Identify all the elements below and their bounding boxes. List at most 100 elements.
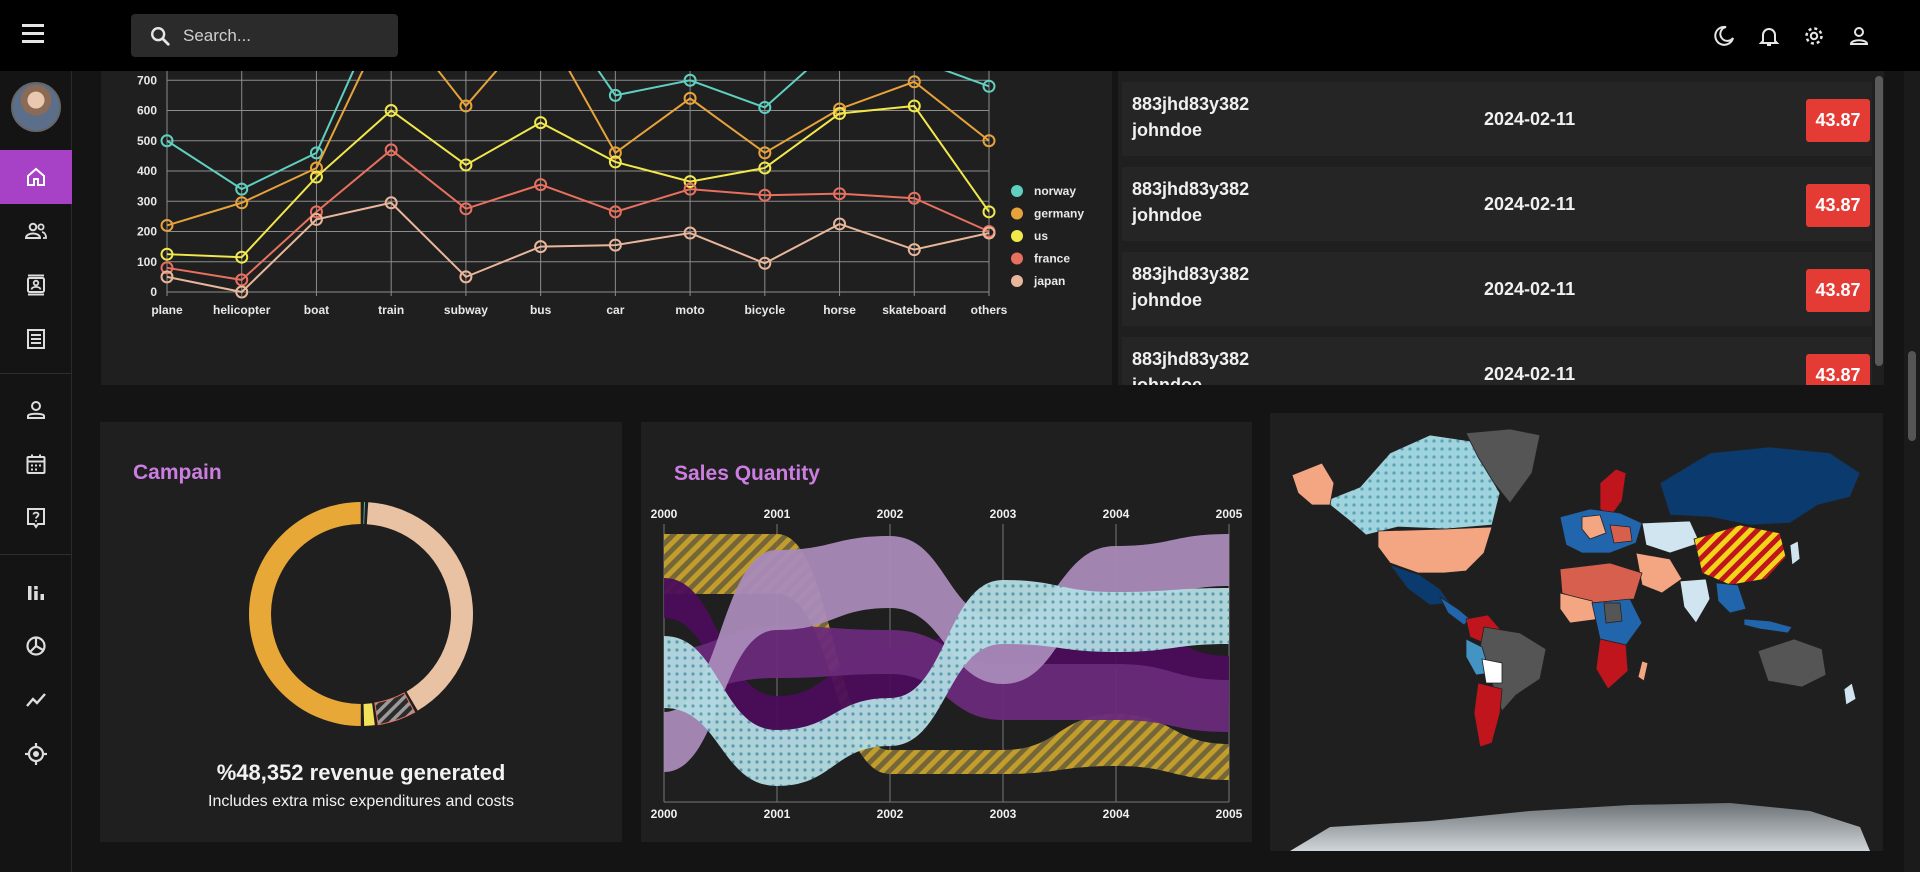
map-russia[interactable] <box>1659 446 1861 526</box>
map-argentina[interactable] <box>1473 682 1503 748</box>
bar-chart-icon <box>28 586 44 600</box>
transaction-id: 883jhd83y382 <box>1132 264 1250 284</box>
map-bolivia[interactable] <box>1481 658 1503 684</box>
sales-panel: Sales Quantity 2000 2000 2001 2001 2002 2002 2… <box>641 422 1252 842</box>
moon-icon[interactable] <box>1712 24 1736 48</box>
sidebar-item-team[interactable] <box>0 204 72 258</box>
x-tick-label-bottom: 2000 <box>651 807 678 821</box>
search-icon <box>151 27 170 46</box>
map-usa[interactable] <box>1377 526 1493 574</box>
map-alaska[interactable] <box>1291 462 1335 506</box>
x-tick-label: skateboard <box>882 303 946 317</box>
bell-icon[interactable] <box>1757 24 1781 48</box>
transaction-row[interactable]: 883jhd83y382 johndoe 2024-02-11 43.87 <box>1122 252 1872 326</box>
y-tick-label: 600 <box>137 104 157 118</box>
map-new-zealand[interactable] <box>1843 682 1857 706</box>
map-europe-3[interactable] <box>1609 524 1633 544</box>
gear-icon[interactable] <box>1802 24 1826 48</box>
map-south-africa[interactable] <box>1595 638 1629 690</box>
x-tick-label: bicycle <box>744 303 785 317</box>
help-icon <box>27 508 45 529</box>
legend-label-norway: norway <box>1034 184 1076 198</box>
x-tick-label-top: 2005 <box>1216 507 1243 521</box>
map-central-america[interactable] <box>1438 595 1471 626</box>
map-australia[interactable] <box>1757 638 1827 688</box>
transaction-amount[interactable]: 43.87 <box>1806 354 1870 385</box>
legend-label-us: us <box>1034 229 1048 243</box>
world-map <box>1290 428 1870 851</box>
sidebar-item-profile[interactable] <box>0 383 72 437</box>
search-box[interactable] <box>131 14 398 57</box>
sidebar-item-line[interactable] <box>0 673 72 727</box>
revenue-text: %48,352 revenue generated <box>216 760 506 785</box>
x-tick-label: car <box>606 303 624 317</box>
search-input[interactable] <box>183 22 383 49</box>
series-line-germany[interactable] <box>166 71 990 227</box>
x-tick-label-top: 2001 <box>764 507 791 521</box>
geography-panel <box>1270 413 1883 851</box>
x-tick-label-bottom: 2004 <box>1103 807 1130 821</box>
x-tick-label: subway <box>444 303 488 317</box>
x-tick-label-top: 2003 <box>990 507 1017 521</box>
map-canada[interactable] <box>1324 434 1501 536</box>
transaction-row[interactable]: 883jhd83y382 johndoe 2024-02-11 43.87 <box>1122 337 1872 385</box>
map-madagascar[interactable] <box>1637 660 1649 682</box>
sidebar-item-geography[interactable] <box>0 727 72 781</box>
donut-slice[interactable] <box>248 502 361 726</box>
receipt-icon <box>27 329 45 349</box>
transaction-user: johndoe <box>1132 205 1202 225</box>
top-bar <box>0 0 1920 71</box>
sidebar-divider <box>0 373 72 374</box>
sidebar-item-faq[interactable] <box>0 491 72 545</box>
transaction-date: 2024-02-11 <box>1484 364 1576 384</box>
person-icon <box>27 401 45 419</box>
x-tick-label: bus <box>530 303 552 317</box>
transactions-scrollbar[interactable] <box>1875 76 1883 366</box>
legend-label-germany: germany <box>1034 207 1084 221</box>
transaction-amount[interactable]: 43.87 <box>1806 184 1870 227</box>
transaction-date: 2024-02-11 <box>1484 279 1576 299</box>
map-southeast-asia[interactable] <box>1715 582 1747 614</box>
map-sudan[interactable] <box>1603 602 1623 624</box>
donut-slice[interactable] <box>363 502 365 525</box>
transaction-row[interactable]: 883jhd83y382 johndoe 2024-02-11 43.87 <box>1122 167 1872 241</box>
line-chart-icon <box>26 693 46 707</box>
x-tick-label-bottom: 2005 <box>1216 807 1243 821</box>
sidebar-item-home[interactable] <box>0 150 72 204</box>
transaction-user: johndoe <box>1132 375 1202 385</box>
map-china[interactable] <box>1693 524 1787 586</box>
map-japan[interactable] <box>1789 540 1801 566</box>
map-indonesia[interactable] <box>1743 618 1793 634</box>
page-scrollbar[interactable] <box>1904 71 1920 872</box>
people-icon <box>24 222 47 239</box>
contacts-icon <box>27 274 45 296</box>
donut-slice[interactable] <box>374 692 416 726</box>
sales-stream-chart: 2000 2000 2001 2001 2002 2002 2003 2003 2004 2004… <box>651 507 1243 821</box>
user-icon[interactable] <box>1847 24 1871 48</box>
legend-swatch-france <box>1011 252 1023 265</box>
x-tick-label-top: 2004 <box>1103 507 1130 521</box>
transaction-amount[interactable]: 43.87 <box>1806 269 1870 312</box>
transaction-id: 883jhd83y382 <box>1132 94 1250 114</box>
map-central-asia[interactable] <box>1641 520 1701 554</box>
map-india[interactable] <box>1679 578 1711 624</box>
map-middle-east[interactable] <box>1635 552 1683 594</box>
sidebar-item-contacts[interactable] <box>0 258 72 312</box>
y-tick-label: 500 <box>137 134 157 148</box>
transaction-amount[interactable]: 43.87 <box>1806 99 1870 142</box>
sidebar-item-calendar[interactable] <box>0 437 72 491</box>
sidebar-item-pie[interactable] <box>0 619 72 673</box>
map-scandinavia[interactable] <box>1599 468 1627 518</box>
avatar[interactable] <box>11 82 61 132</box>
transaction-row[interactable]: 883jhd83y382 johndoe 2024-02-11 43.87 <box>1122 82 1872 156</box>
donut-slice[interactable] <box>363 703 375 726</box>
transaction-date: 2024-02-11 <box>1484 109 1576 129</box>
sidebar-item-invoices[interactable] <box>0 312 72 366</box>
y-tick-label: 0 <box>150 285 157 299</box>
series-line-france[interactable] <box>166 148 990 281</box>
menu-icon[interactable] <box>22 24 50 48</box>
map-antarctica[interactable] <box>1290 803 1870 851</box>
donut-slice[interactable] <box>366 502 474 711</box>
sidebar-item-bar[interactable] <box>0 565 72 619</box>
series-line-japan[interactable] <box>166 201 990 294</box>
